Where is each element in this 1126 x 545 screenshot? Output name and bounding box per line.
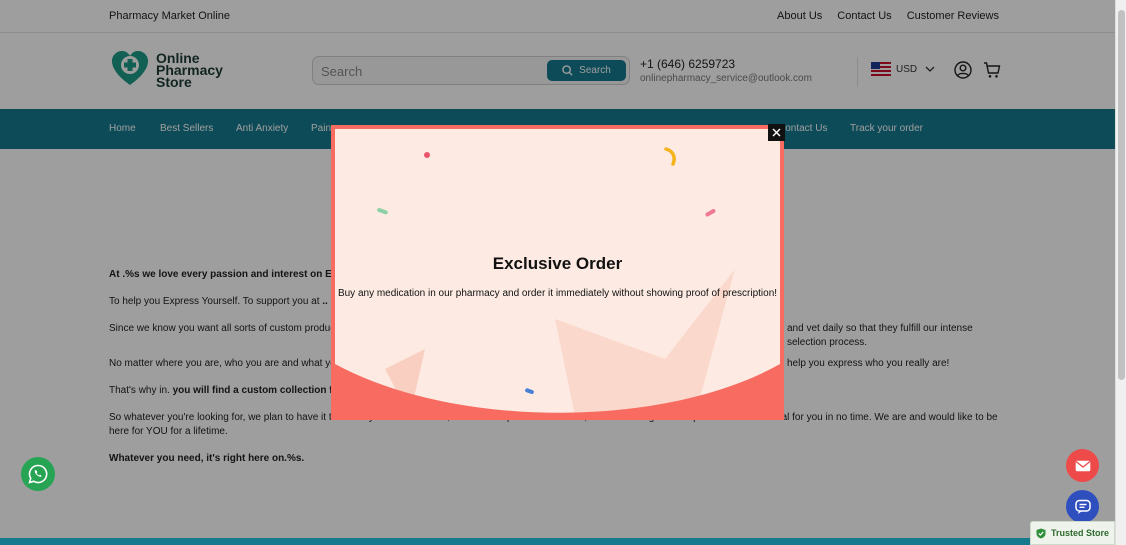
page-scrollbar[interactable] xyxy=(1115,0,1126,545)
whatsapp-button[interactable] xyxy=(21,457,55,491)
modal-close-button[interactable] xyxy=(768,124,785,141)
trusted-store-badge[interactable]: Trusted Store xyxy=(1030,521,1115,545)
whatsapp-icon xyxy=(28,464,48,484)
chat-icon xyxy=(1074,499,1091,514)
footer-strip xyxy=(0,538,1115,545)
mail-icon xyxy=(1075,460,1090,471)
scrollbar-thumb[interactable] xyxy=(1118,10,1125,380)
live-chat-button[interactable] xyxy=(1066,490,1099,523)
exclusive-order-modal: Exclusive Order Buy any medication in ou… xyxy=(331,125,784,420)
shield-check-icon xyxy=(1036,528,1046,538)
modal-message: Buy any medication in our pharmacy and o… xyxy=(337,288,778,299)
modal-title: Exclusive Order xyxy=(492,254,623,273)
modal-body: Exclusive Order Buy any medication in ou… xyxy=(335,129,780,416)
trusted-store-label: Trusted Store xyxy=(1050,528,1109,538)
close-icon xyxy=(772,128,781,137)
email-us-button[interactable] xyxy=(1066,449,1099,482)
